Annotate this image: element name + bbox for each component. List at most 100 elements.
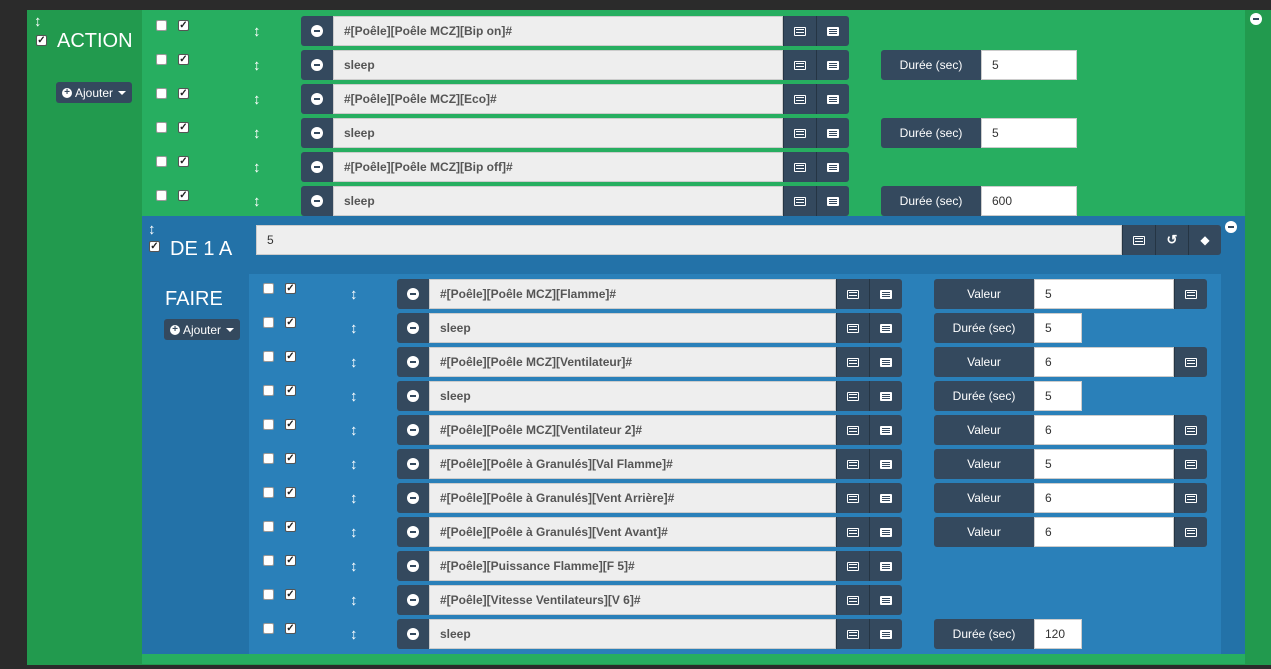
remove-row-button[interactable] [397, 313, 429, 343]
loop-history-button[interactable]: ↺ [1155, 225, 1188, 255]
row-enable-checkbox[interactable]: ✓ [285, 385, 296, 396]
row-enable-checkbox[interactable]: ✓ [285, 317, 296, 328]
row-enable-checkbox[interactable]: ✓ [178, 156, 189, 167]
row-list-button[interactable] [836, 449, 869, 479]
row-select-checkbox[interactable] [156, 88, 167, 99]
drag-handle-icon[interactable]: ↕ [350, 626, 358, 643]
row-table-button[interactable] [816, 152, 849, 182]
command-input[interactable]: #[Poêle][Poêle MCZ][Ventilateur 2]# [429, 415, 836, 445]
row-select-checkbox[interactable] [263, 453, 274, 464]
row-select-checkbox[interactable] [263, 351, 274, 362]
row-enable-checkbox[interactable]: ✓ [285, 555, 296, 566]
row-table-button[interactable] [869, 279, 902, 309]
row-list-button[interactable] [836, 279, 869, 309]
row-table-button[interactable] [869, 619, 902, 649]
drag-handle-icon[interactable]: ↕ [253, 57, 261, 74]
option-value-input[interactable]: 5 [1034, 449, 1174, 479]
row-list-button[interactable] [836, 619, 869, 649]
row-enable-checkbox[interactable]: ✓ [285, 623, 296, 634]
row-enable-checkbox[interactable]: ✓ [285, 351, 296, 362]
command-input[interactable]: sleep [333, 186, 783, 216]
row-select-checkbox[interactable] [156, 54, 167, 65]
command-input[interactable]: sleep [429, 381, 836, 411]
loop-cube-button[interactable]: ◆ [1188, 225, 1221, 255]
remove-row-button[interactable] [301, 50, 333, 80]
drag-handle-icon[interactable]: ↕ [350, 320, 358, 337]
option-value-input[interactable]: 6 [1034, 415, 1174, 445]
block-enable-checkbox[interactable]: ✓ [36, 35, 47, 46]
command-input[interactable]: sleep [333, 50, 783, 80]
row-enable-checkbox[interactable]: ✓ [285, 453, 296, 464]
row-list-button[interactable] [836, 585, 869, 615]
row-table-button[interactable] [816, 84, 849, 114]
remove-row-button[interactable] [397, 619, 429, 649]
loop-count-input[interactable]: 5 [256, 225, 1122, 255]
drag-handle-icon[interactable]: ↕ [350, 524, 358, 541]
command-input[interactable]: sleep [429, 619, 836, 649]
option-value-input[interactable]: 5 [1034, 279, 1174, 309]
option-value-input[interactable]: 5 [981, 118, 1077, 148]
row-enable-checkbox[interactable]: ✓ [285, 487, 296, 498]
remove-row-button[interactable] [301, 118, 333, 148]
row-list-button[interactable] [836, 313, 869, 343]
row-select-checkbox[interactable] [156, 190, 167, 201]
loop-list-button[interactable] [1122, 225, 1155, 255]
drag-handle-icon[interactable]: ↕ [350, 592, 358, 609]
remove-row-button[interactable] [397, 279, 429, 309]
command-input[interactable]: #[Poêle][Poêle à Granulés][Vent Avant]# [429, 517, 836, 547]
option-value-input[interactable]: 5 [981, 50, 1077, 80]
option-list-button[interactable] [1174, 449, 1207, 479]
remove-row-button[interactable] [301, 84, 333, 114]
row-table-button[interactable] [816, 50, 849, 80]
option-value-input[interactable]: 6 [1034, 347, 1174, 377]
row-table-button[interactable] [869, 517, 902, 547]
remove-row-button[interactable] [397, 483, 429, 513]
drag-handle-icon[interactable]: ↕ [253, 193, 261, 210]
drag-handle-icon[interactable]: ↕ [34, 13, 42, 30]
row-list-button[interactable] [783, 84, 816, 114]
row-select-checkbox[interactable] [263, 521, 274, 532]
row-enable-checkbox[interactable]: ✓ [285, 283, 296, 294]
row-enable-checkbox[interactable]: ✓ [178, 88, 189, 99]
row-table-button[interactable] [816, 118, 849, 148]
row-list-button[interactable] [783, 50, 816, 80]
drag-handle-icon[interactable]: ↕ [148, 221, 156, 238]
row-select-checkbox[interactable] [263, 419, 274, 430]
remove-row-button[interactable] [301, 186, 333, 216]
option-value-input[interactable]: 5 [1034, 313, 1082, 343]
remove-row-button[interactable] [397, 347, 429, 377]
option-value-input[interactable]: 5 [1034, 381, 1082, 411]
command-input[interactable]: #[Poêle][Poêle MCZ][Bip on]# [333, 16, 783, 46]
remove-row-button[interactable] [301, 152, 333, 182]
row-enable-checkbox[interactable]: ✓ [285, 589, 296, 600]
drag-handle-icon[interactable]: ↕ [253, 159, 261, 176]
row-enable-checkbox[interactable]: ✓ [178, 122, 189, 133]
remove-loop-icon[interactable] [1225, 221, 1237, 233]
row-select-checkbox[interactable] [263, 589, 274, 600]
option-value-input[interactable]: 6 [1034, 483, 1174, 513]
command-input[interactable]: #[Poêle][Poêle à Granulés][Val Flamme]# [429, 449, 836, 479]
row-list-button[interactable] [783, 186, 816, 216]
option-list-button[interactable] [1174, 483, 1207, 513]
row-list-button[interactable] [836, 551, 869, 581]
row-select-checkbox[interactable] [263, 487, 274, 498]
row-list-button[interactable] [836, 347, 869, 377]
row-table-button[interactable] [869, 483, 902, 513]
option-list-button[interactable] [1174, 517, 1207, 547]
row-list-button[interactable] [783, 16, 816, 46]
drag-handle-icon[interactable]: ↕ [350, 388, 358, 405]
row-list-button[interactable] [836, 483, 869, 513]
option-list-button[interactable] [1174, 279, 1207, 309]
row-select-checkbox[interactable] [156, 122, 167, 133]
row-enable-checkbox[interactable]: ✓ [178, 54, 189, 65]
row-select-checkbox[interactable] [263, 385, 274, 396]
row-table-button[interactable] [869, 347, 902, 377]
row-table-button[interactable] [869, 449, 902, 479]
row-select-checkbox[interactable] [156, 156, 167, 167]
command-input[interactable]: #[Poêle][Puissance Flamme][F 5]# [429, 551, 836, 581]
drag-handle-icon[interactable]: ↕ [350, 354, 358, 371]
remove-row-button[interactable] [301, 16, 333, 46]
drag-handle-icon[interactable]: ↕ [350, 490, 358, 507]
row-list-button[interactable] [836, 517, 869, 547]
command-input[interactable]: #[Poêle][Poêle MCZ][Eco]# [333, 84, 783, 114]
